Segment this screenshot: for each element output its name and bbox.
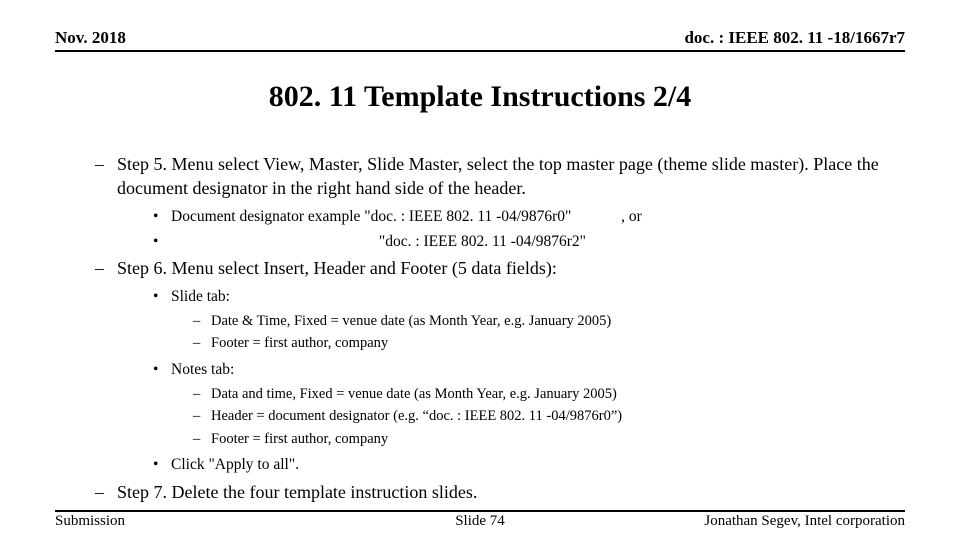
step-6: – Step 6. Menu select Insert, Header and… bbox=[95, 256, 905, 280]
slide-title: 802. 11 Template Instructions 2/4 bbox=[55, 80, 905, 114]
step-5-text: Step 5. Menu select View, Master, Slide … bbox=[117, 152, 905, 201]
slide: Nov. 2018 doc. : IEEE 802. 11 -18/1667r7… bbox=[0, 0, 960, 540]
designator-example-1: Document designator example "doc. : IEEE… bbox=[171, 208, 571, 225]
bullet-icon: • bbox=[153, 232, 171, 253]
dash-icon: – bbox=[193, 385, 211, 405]
footer: Submission Slide 74 Jonathan Segev, Inte… bbox=[55, 510, 905, 530]
footer-left: Submission bbox=[55, 513, 125, 530]
content-body: – Step 5. Menu select View, Master, Slid… bbox=[55, 152, 905, 505]
step-6-slide-tab: • Slide tab: bbox=[153, 287, 905, 308]
dash-icon: – bbox=[193, 312, 211, 332]
notes-tab-item-2: – Header = document designator (e.g. “do… bbox=[193, 407, 905, 427]
step-7: – Step 7. Delete the four template instr… bbox=[95, 480, 905, 504]
step-5: – Step 5. Menu select View, Master, Slid… bbox=[95, 152, 905, 201]
designator-example-2: "doc. : IEEE 802. 11 -04/9876r2" bbox=[379, 233, 586, 250]
bullet-icon: • bbox=[153, 455, 171, 476]
header-doc-designator: doc. : IEEE 802. 11 -18/1667r7 bbox=[684, 28, 905, 48]
step-6-text: Step 6. Menu select Insert, Header and F… bbox=[117, 256, 905, 280]
step-6-notes-tab: • Notes tab: bbox=[153, 360, 905, 381]
bullet-icon: • bbox=[153, 287, 171, 308]
footer-author: Jonathan Segev, Intel corporation bbox=[704, 513, 905, 530]
dash-icon: – bbox=[193, 430, 211, 450]
dash-icon: – bbox=[95, 256, 117, 280]
step-5-sub-2: • "doc. : IEEE 802. 11 -04/9876r2" bbox=[153, 232, 905, 253]
step-7-text: Step 7. Delete the four template instruc… bbox=[117, 480, 905, 504]
header: Nov. 2018 doc. : IEEE 802. 11 -18/1667r7 bbox=[55, 28, 905, 52]
bullet-icon: • bbox=[153, 360, 171, 381]
notes-tab-item-3: – Footer = first author, company bbox=[193, 430, 905, 450]
bullet-icon: • bbox=[153, 207, 171, 228]
header-date: Nov. 2018 bbox=[55, 28, 126, 48]
slide-tab-item-1: – Date & Time, Fixed = venue date (as Mo… bbox=[193, 312, 905, 332]
designator-or: , or bbox=[621, 208, 642, 225]
step-6-apply: • Click "Apply to all". bbox=[153, 455, 905, 476]
dash-icon: – bbox=[193, 407, 211, 427]
dash-icon: – bbox=[95, 480, 117, 504]
dash-icon: – bbox=[193, 334, 211, 354]
step-5-sub-1: • Document designator example "doc. : IE… bbox=[153, 207, 905, 228]
notes-tab-item-1: – Data and time, Fixed = venue date (as … bbox=[193, 385, 905, 405]
dash-icon: – bbox=[95, 152, 117, 201]
slide-tab-item-2: – Footer = first author, company bbox=[193, 334, 905, 354]
